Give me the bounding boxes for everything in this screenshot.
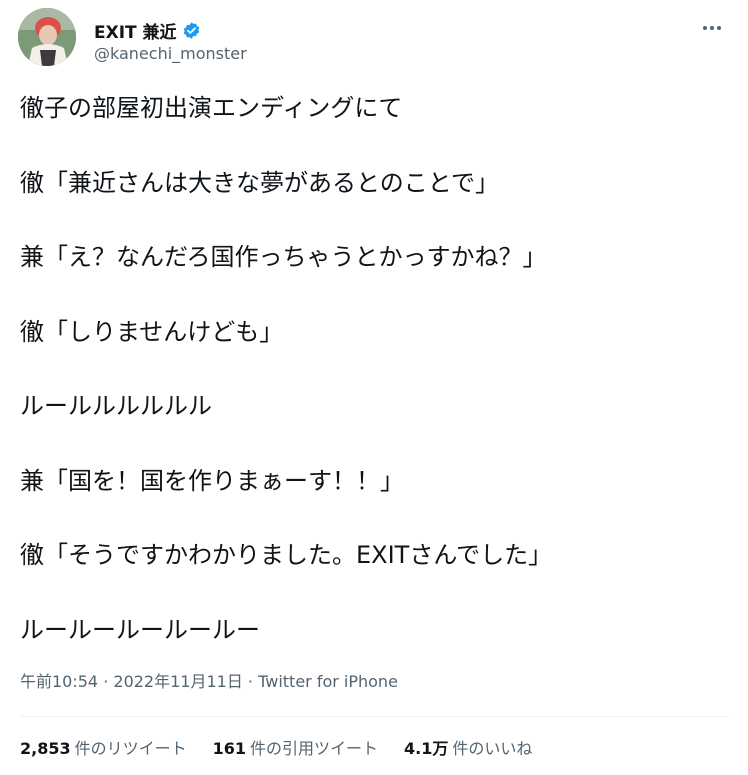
likes-stat[interactable]: 4.1万 件のいいね: [404, 735, 532, 759]
meta-separator: ·: [98, 672, 114, 691]
verified-badge-icon: [182, 21, 201, 40]
tweet-line: ルールールールールー: [20, 615, 260, 644]
avatar[interactable]: [18, 8, 76, 66]
author-handle[interactable]: @kanechi_monster: [94, 44, 247, 63]
engagement-stats: 2,853 件のリツイート 161 件の引用ツイート 4.1万 件のいいね: [20, 735, 532, 759]
tweet-time[interactable]: 午前10:54: [20, 672, 98, 691]
tweet-line: 徹「しりませんけども」: [20, 317, 284, 346]
retweets-count: 2,853: [20, 739, 71, 758]
tweet-metadata: 午前10:54 · 2022年11月11日 · Twitter for iPho…: [20, 668, 398, 692]
tweet-line: ルールルルルルル: [20, 392, 212, 420]
tweet-line: 徹「そうですかわかりました。EXITさんでした」: [20, 541, 553, 569]
tweet-date[interactable]: 2022年11月11日: [113, 672, 242, 691]
author-name-row: EXIT 兼近: [94, 18, 201, 43]
tweet-line: 兼「え？なんだろ国作っちゃうとかっすかね？」: [20, 243, 547, 271]
meta-separator: ·: [242, 672, 259, 691]
divider: [20, 716, 730, 717]
quote-tweets-label: 件の引用ツイート: [250, 739, 379, 758]
quote-tweets-stat[interactable]: 161 件の引用ツイート: [213, 735, 378, 759]
tweet-header: EXIT 兼近 @kanechi_monster: [18, 8, 730, 68]
tweet-text: 徹子の部屋初出演エンディングにて 徹「兼近さんは大きな夢があるとのことで」 兼「…: [20, 90, 730, 686]
tweet-line: 徹「兼近さんは大きな夢があるとのことで」: [20, 168, 500, 197]
more-options-icon[interactable]: [700, 18, 724, 38]
likes-count: 4.1万: [404, 739, 449, 758]
display-name[interactable]: EXIT 兼近: [94, 18, 177, 43]
retweets-label: 件のリツイート: [74, 739, 187, 758]
likes-label: 件のいいね: [452, 739, 533, 758]
tweet-line: 兼「国を！国を作りまぁーす！！」: [20, 466, 404, 495]
tweet-line: 徹子の部屋初出演エンディングにて: [20, 94, 403, 122]
retweets-stat[interactable]: 2,853 件のリツイート: [20, 735, 187, 759]
tweet-source-link[interactable]: Twitter for iPhone: [258, 672, 398, 691]
quote-tweets-count: 161: [212, 739, 247, 758]
